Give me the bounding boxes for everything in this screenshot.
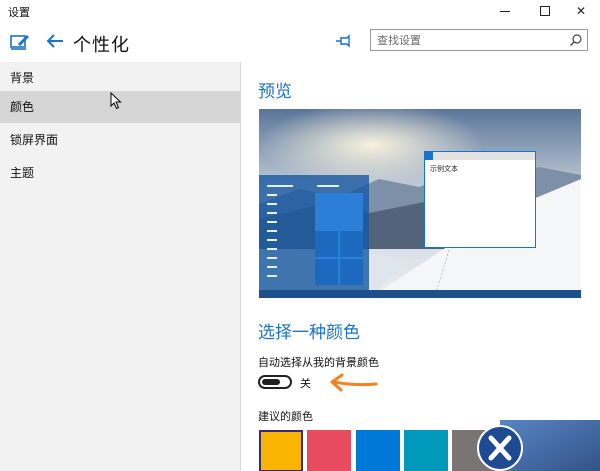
close-icon: ✕ [575, 4, 587, 18]
auto-color-label: 自动选择从我的背景颜色 [258, 356, 379, 369]
annotation-arrow-icon [330, 373, 378, 392]
pin-icon[interactable] [335, 34, 353, 48]
toggle-knob [262, 379, 280, 385]
sidebar-item-themes[interactable]: 主题 [0, 157, 240, 189]
sidebar-item-background[interactable]: 背景 [0, 62, 240, 94]
sidebar-item-label: 锁屏界面 [10, 133, 59, 147]
search-box[interactable] [370, 29, 588, 51]
maximize-icon [540, 6, 550, 16]
search-input[interactable] [377, 31, 557, 49]
mouse-cursor-icon [110, 92, 122, 110]
suggested-colors-label: 建议的颜色 [258, 410, 313, 423]
sidebar-item-label: 颜色 [10, 100, 35, 114]
sample-window-preview: 示例文本 [424, 151, 536, 248]
search-icon[interactable] [569, 33, 583, 47]
color-swatch[interactable] [404, 430, 448, 471]
auto-color-toggle[interactable] [258, 375, 292, 389]
sidebar-item-label: 主题 [10, 166, 35, 180]
sidebar-item-label: 背景 [10, 71, 35, 85]
color-swatch[interactable] [259, 430, 303, 471]
sidebar: 背景 颜色 锁屏界面 主题 [0, 62, 241, 471]
sample-window-accent [425, 152, 433, 160]
color-swatch[interactable] [307, 430, 351, 471]
color-swatch[interactable] [356, 430, 400, 471]
start-menu-list [267, 185, 307, 285]
personalize-icon [10, 35, 29, 50]
minimize-button[interactable] [486, 0, 524, 22]
taskbar-preview [259, 290, 581, 298]
start-tile-header [317, 185, 339, 187]
start-menu-preview [259, 175, 369, 290]
main-content: 预览 示例文本 选择一种颜色 自动选择从我的背景颜色 关 建议的颜色 [242, 62, 600, 471]
window-title: 设置 [8, 6, 30, 19]
settings-window: 设置 ✕ 个性化 背景 颜色 [0, 0, 600, 471]
back-arrow-icon[interactable] [44, 30, 66, 52]
watermark-logo [477, 420, 600, 471]
sidebar-item-lock-screen[interactable]: 锁屏界面 [0, 124, 240, 156]
page-title: 个性化 [73, 35, 130, 56]
header: 个性化 [0, 22, 600, 62]
title-bar: 设置 ✕ [0, 0, 600, 22]
maximize-button[interactable] [526, 0, 564, 22]
sample-window-text: 示例文本 [430, 165, 458, 173]
start-tiles [315, 193, 363, 285]
sample-window-titlebar [425, 152, 535, 160]
choose-color-heading: 选择一种颜色 [258, 323, 360, 343]
toggle-state-label: 关 [300, 377, 311, 390]
preview-heading: 预览 [258, 82, 292, 102]
close-button[interactable]: ✕ [562, 0, 600, 22]
desktop-preview: 示例文本 [259, 109, 581, 298]
minimize-icon [500, 10, 510, 12]
